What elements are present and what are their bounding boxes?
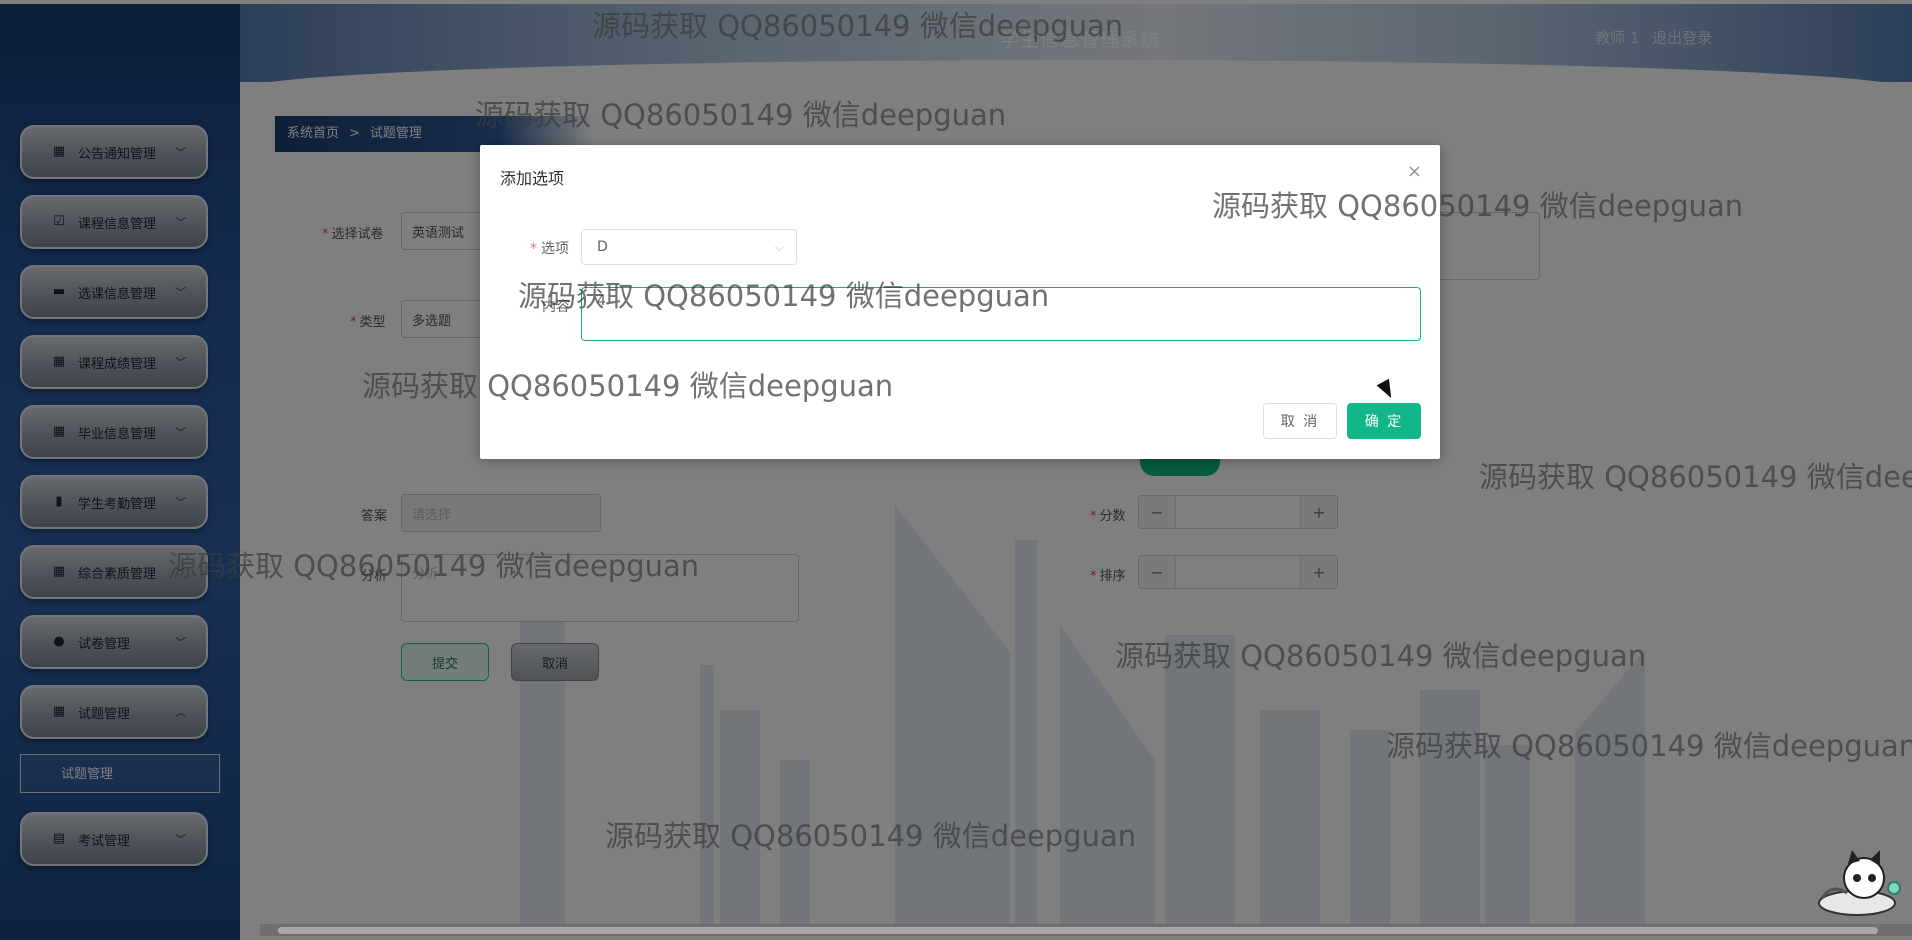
add-option-dialog: 添加选项 × * 选项 D ⌵ 内容 4 取 消 确 定: [480, 145, 1440, 459]
option-select[interactable]: D ⌵: [581, 229, 797, 265]
modal-overlay[interactable]: [0, 0, 1912, 940]
dialog-confirm-button[interactable]: 确 定: [1347, 403, 1421, 439]
chevron-down-icon: ⌵: [774, 240, 784, 254]
dialog-title: 添加选项: [500, 169, 565, 188]
cat-mascot-icon: [1818, 850, 1901, 916]
option-select-value: D: [597, 239, 608, 255]
close-icon[interactable]: ×: [1407, 161, 1422, 182]
horizontal-scrollbar[interactable]: [260, 924, 1912, 936]
dialog-cancel-button[interactable]: 取 消: [1263, 403, 1337, 439]
page: 学生信息管理系统 教师 1 退出登录 ▦公告通知管理﹀☑课程信息管理﹀▬选课信息…: [0, 0, 1912, 940]
option-label: * 选项: [530, 241, 569, 257]
content-label: 内容: [542, 299, 570, 315]
content-textarea[interactable]: 4: [581, 287, 1421, 341]
scrollbar-thumb[interactable]: [278, 927, 1878, 934]
